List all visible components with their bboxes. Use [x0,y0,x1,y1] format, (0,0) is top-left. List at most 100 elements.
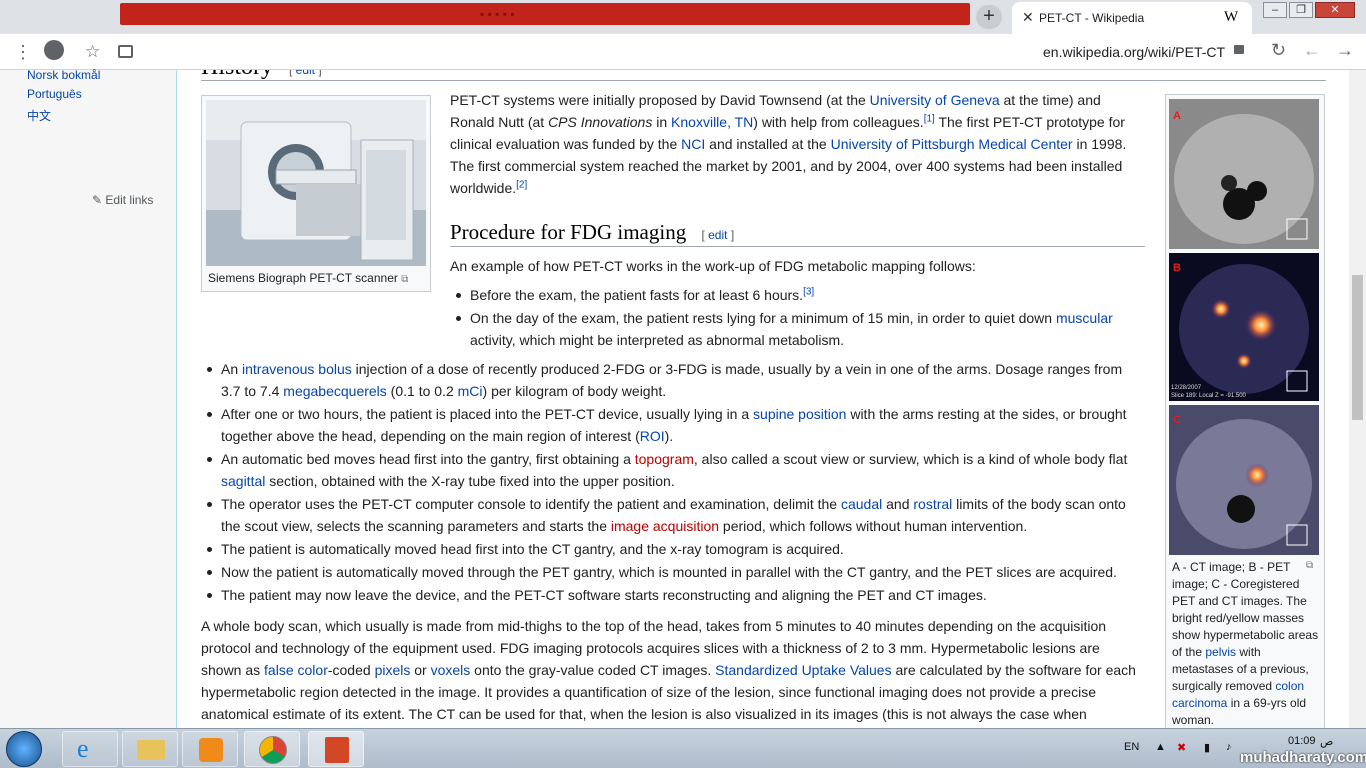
link-standardized-uptake-values[interactable]: Standardized Uptake Values [715,662,891,678]
lang-link-portugues[interactable]: Português [27,87,82,101]
link-pelvis[interactable]: pelvis [1205,645,1236,659]
b4-text-3: ). [664,428,674,444]
b5-text-1: An automatic bed moves head first into t… [221,451,635,467]
procedure-edit-link[interactable]: [ edit ] [701,228,734,242]
b6-text-1: The operator uses the PET-CT computer co… [221,496,841,512]
pencil-icon: ✎ [92,193,103,207]
internet-explorer-icon: e [77,734,89,763]
lock-icon[interactable] [1234,45,1244,54]
network-icon[interactable]: ✖ [1177,741,1186,754]
tab-title: PET-CT - Wikipedia [1039,11,1145,25]
page-scrollbar[interactable] [1349,70,1366,728]
ref-3[interactable]: [3] [803,286,814,297]
b7-text: The patient is automatically moved head … [221,541,844,557]
tray-expand-icon[interactable]: ▲ [1155,741,1166,753]
media-player-icon [199,738,223,762]
chrome-icon [259,736,287,764]
link-voxels[interactable]: voxels [431,662,471,678]
link-supine-position[interactable]: supine position [753,406,846,422]
menu-kebab-icon[interactable]: ⋮ [14,42,32,63]
pet-scan-thumbnail: A B 12/28/2007 Slice 189: Local Z = -91.… [1165,94,1325,728]
pet-ct-scans-image[interactable]: A B 12/28/2007 Slice 189: Local Z = -91.… [1169,99,1321,559]
link-university-of-geneva[interactable]: University of Geneva [870,92,1000,108]
list-item: After one or two hours, the patient is p… [201,403,1141,447]
close-tab-icon[interactable]: ✕ [1022,9,1034,26]
pet-scan-caption: A - CT image; B - PET image; C - Coregis… [1172,559,1320,728]
history-edit-link[interactable]: [ edit ] [289,70,322,77]
ref-1[interactable]: [1] [924,113,935,124]
link-megabecquerels[interactable]: megabecquerels [283,383,387,399]
procedure-heading: Procedure for FDG imaging [ edit ] [450,220,734,245]
list-item: An automatic bed moves head first into t… [201,448,1141,492]
link-knoxville[interactable]: Knoxville, TN [671,114,753,130]
explorer-taskbar-button[interactable] [122,731,178,767]
list-item: The patient may now leave the device, an… [201,584,1141,606]
link-roi[interactable]: ROI [640,428,665,444]
minimize-button[interactable]: – [1263,2,1287,18]
forward-arrow-icon[interactable]: ← [1303,40,1321,61]
language-indicator[interactable]: EN [1124,741,1139,753]
background-tab-strip[interactable]: ▪ ▪ ▪ ▪ ▪ [120,3,970,25]
browser-toolbar: ⋮ ☆ en.wikipedia.org/wiki/PET-CT ↻ ← → [0,34,1366,70]
lang-link-norsk[interactable]: Norsk bokmål [27,68,100,82]
maximize-button[interactable]: ❐ [1289,2,1313,18]
link-upmc[interactable]: University of Pittsburgh Medical Center [831,136,1073,152]
enlarge-icon[interactable]: ⧉ [401,274,408,285]
link-rostral[interactable]: rostral [913,496,952,512]
ref-2[interactable]: [2] [516,179,527,190]
procedure-heading-text: Procedure for FDG imaging [450,220,687,244]
link-image-acquisition[interactable]: image acquisition [611,518,719,534]
volume-icon[interactable]: ♪ [1226,741,1232,753]
chrome-taskbar-button[interactable] [244,731,300,767]
reload-icon[interactable]: ↻ [1271,40,1286,61]
edit-links-link[interactable]: ✎ Edit links [92,193,153,207]
proc-text-3: or [410,662,431,678]
article-content: History [ edit ] Siemens Biograph PET-CT… [177,70,1349,728]
pet-ct-scanner-image[interactable] [206,100,426,266]
active-tab[interactable]: ✕ PET-CT - Wikipedia W [1012,2,1252,34]
folder-icon [137,740,165,760]
scrollbar-thumb[interactable] [1352,275,1363,420]
new-tab-button[interactable]: + [976,5,1002,29]
translate-icon[interactable] [118,45,133,58]
background-tab-text: ▪ ▪ ▪ ▪ ▪ [480,7,515,21]
link-mci[interactable]: mCi [458,383,483,399]
enlarge-icon[interactable]: ⧉ [1306,560,1313,571]
link-topogram[interactable]: topogram [635,451,694,467]
list-item: The operator uses the PET-CT computer co… [201,493,1141,537]
link-intravenous-bolus[interactable]: intravenous bolus [242,361,352,377]
b5-text-3: section, obtained with the X-ray tube fi… [265,473,675,489]
procedure-list-lower: An intravenous bolus injection of a dose… [201,358,1141,607]
back-arrow-icon[interactable]: → [1336,40,1354,61]
hist-text-4: ) with help from colleagues. [753,114,924,130]
link-nci[interactable]: NCI [681,136,705,152]
close-window-button[interactable]: ✕ [1315,2,1355,18]
b5-text-2: , also called a scout view or surview, w… [693,451,1128,467]
link-pixels[interactable]: pixels [375,662,411,678]
profile-avatar-icon[interactable] [44,40,64,60]
link-false-color[interactable]: false color [264,662,328,678]
cps-innovations-text: CPS Innovations [548,114,653,130]
siemens-caption-text: Siemens Biograph PET-CT scanner [208,271,398,285]
lang-link-chinese[interactable]: 中文 [27,107,51,124]
media-taskbar-button[interactable] [182,731,238,767]
watermark-text: muhadharaty.com [1240,749,1366,766]
address-bar-url[interactable]: en.wikipedia.org/wiki/PET-CT [1043,44,1225,60]
procedure-paragraph: A whole body scan, which usually is made… [201,615,1141,725]
start-button-icon[interactable] [6,731,42,767]
powerpoint-taskbar-button[interactable] [308,731,364,767]
edit-links-label: Edit links [105,193,154,207]
history-paragraph: PET-CT systems were initially proposed b… [450,89,1130,199]
wiki-sidebar: Norsk bokmål Português 中文 ✎ Edit links [0,68,176,728]
link-muscular[interactable]: muscular [1056,310,1113,326]
link-caudal[interactable]: caudal [841,496,882,512]
ie-taskbar-button[interactable]: e [62,731,118,767]
bookmark-star-icon[interactable]: ☆ [85,42,100,62]
list-item: On the day of the exam, the patient rest… [450,307,1140,351]
clock-time[interactable]: 01:09 [1288,735,1316,747]
scan-label-a: A [1173,110,1181,122]
hist-text-3: in [652,114,672,130]
b1-text: Before the exam, the patient fasts for a… [470,287,804,303]
battery-icon[interactable]: ▮ [1204,741,1210,754]
link-sagittal[interactable]: sagittal [221,473,265,489]
